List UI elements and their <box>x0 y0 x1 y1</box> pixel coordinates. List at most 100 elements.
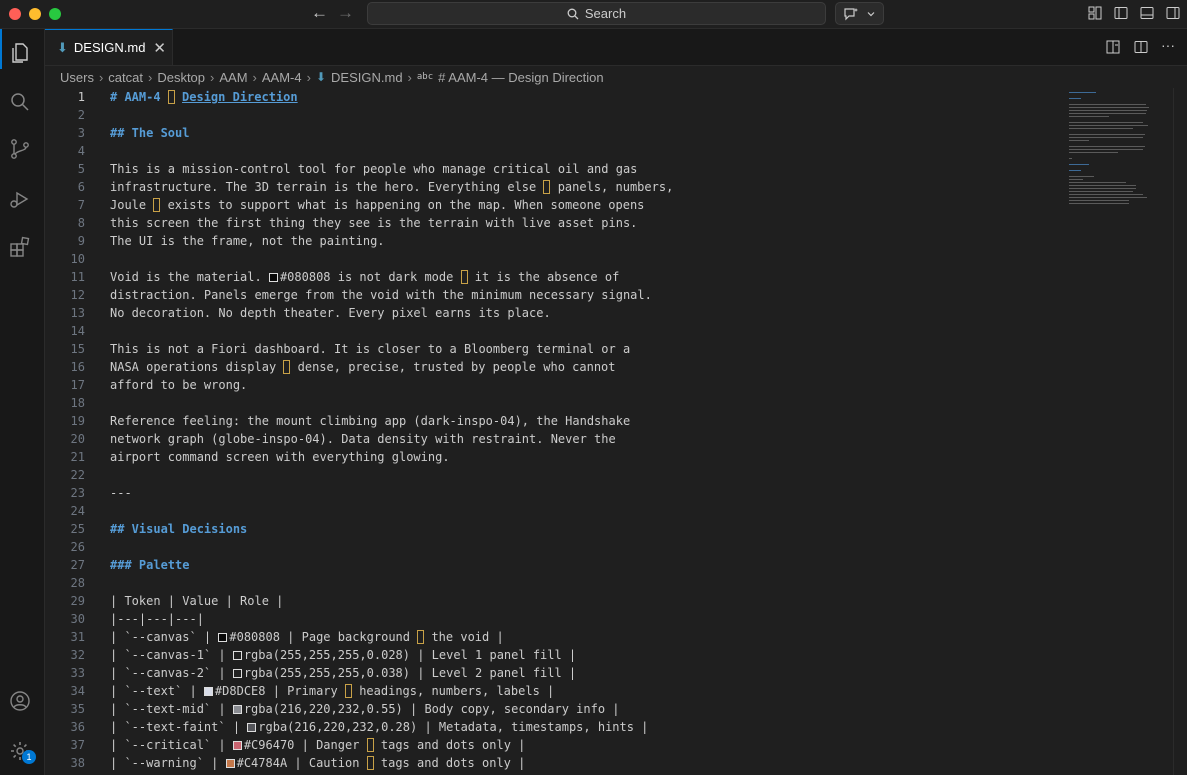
minimap-line <box>1069 182 1126 183</box>
window-minimize-button[interactable] <box>29 8 41 20</box>
more-actions-icon[interactable]: ··· <box>1161 38 1177 55</box>
code-line[interactable]: | `--text-mid` | rgba(216,220,232,0.55) … <box>110 700 673 718</box>
explorer-icon[interactable] <box>8 41 32 65</box>
code-line[interactable] <box>110 502 673 520</box>
code-editor[interactable]: 1 2 3 4 5 6 7 8 9 10 11 12 13 14 15 16 17 18 19 20 21 22 23 24 2… <box>45 88 1187 775</box>
code-line[interactable]: ## Visual Decisions <box>110 520 673 538</box>
back-arrow-icon[interactable]: ← <box>311 4 328 22</box>
color-swatch[interactable] <box>232 651 242 660</box>
code-line[interactable]: afford to be wrong. <box>110 376 673 394</box>
breadcrumb-item-catcat[interactable]: catcat <box>108 70 143 85</box>
breadcrumb-item-aam-4[interactable]: AAM-4 <box>262 70 302 85</box>
code-line[interactable]: This is not a Fiori dashboard. It is clo… <box>110 340 673 358</box>
breadcrumb-item-aam[interactable]: AAM <box>219 70 247 85</box>
code-line[interactable]: Joule exists to support what is happenin… <box>110 196 673 214</box>
run-debug-icon[interactable] <box>8 187 32 211</box>
color-swatch[interactable] <box>203 687 213 696</box>
code-line[interactable]: ## The Soul <box>110 124 673 142</box>
code-line[interactable] <box>110 106 673 124</box>
line-number: 33 <box>70 666 85 680</box>
forward-arrow-icon[interactable]: → <box>337 4 354 22</box>
tab-design-md[interactable]: ⬇ DESIGN.md ✕ <box>45 29 173 65</box>
copilot-chat-button[interactable] <box>835 2 884 25</box>
command-center-search[interactable]: Search <box>367 2 826 25</box>
code-line[interactable]: NASA operations display dense, precise, … <box>110 358 673 376</box>
unicode-highlight <box>344 684 352 698</box>
editor-scrollbar[interactable] <box>1173 88 1187 775</box>
color-swatch[interactable] <box>218 633 228 642</box>
code-line[interactable]: | `--canvas-1` | rgba(255,255,255,0.028)… <box>110 646 673 664</box>
code-line[interactable]: # AAM-4 Design Direction <box>110 88 673 106</box>
editor-text[interactable]: # AAM-4 Design Direction ## The Soul This … <box>110 88 673 772</box>
code-line[interactable]: Reference feeling: the mount climbing ap… <box>110 412 673 430</box>
code-line[interactable]: | `--warning` | #C4784A | Caution tags a… <box>110 754 673 772</box>
code-line[interactable]: | `--canvas` | #080808 | Page background… <box>110 628 673 646</box>
toggle-secondary-sidebar-icon[interactable] <box>1165 5 1181 21</box>
color-swatch[interactable] <box>232 705 242 714</box>
code-line[interactable] <box>110 322 673 340</box>
code-line[interactable]: | Token | Value | Role | <box>110 592 673 610</box>
code-line[interactable] <box>110 250 673 268</box>
markdown-file-icon: ⬇ <box>315 70 327 84</box>
breadcrumb-item-file[interactable]: DESIGN.md <box>331 70 403 85</box>
toggle-panel-icon[interactable] <box>1139 5 1155 21</box>
close-tab-icon[interactable]: ✕ <box>153 39 166 57</box>
minimap-line <box>1069 122 1143 123</box>
toggle-primary-sidebar-icon[interactable] <box>1113 5 1129 21</box>
color-swatch[interactable] <box>247 723 257 732</box>
code-line[interactable]: | `--canvas-2` | rgba(255,255,255,0.038)… <box>110 664 673 682</box>
open-preview-icon[interactable] <box>1105 39 1121 55</box>
line-number: 9 <box>77 234 85 248</box>
code-line[interactable]: |---|---|---| <box>110 610 673 628</box>
markdown-file-icon: ⬇ <box>57 39 68 55</box>
code-line[interactable]: ### Palette <box>110 556 673 574</box>
search-view-icon[interactable] <box>8 90 32 114</box>
code-line[interactable] <box>110 466 673 484</box>
minimap[interactable] <box>1067 88 1167 348</box>
code-line[interactable]: distraction. Panels emerge from the void… <box>110 286 673 304</box>
code-line[interactable]: | `--critical` | #C96470 | Danger tags a… <box>110 736 673 754</box>
code-line[interactable]: infrastructure. The 3D terrain is the he… <box>110 178 673 196</box>
breadcrumb-item-symbol[interactable]: # AAM-4 — Design Direction <box>438 70 603 85</box>
line-number: 19 <box>70 414 85 428</box>
code-line[interactable] <box>110 394 673 412</box>
unicode-highlight <box>153 198 161 212</box>
code-line[interactable]: this screen the first thing they see is … <box>110 214 673 232</box>
line-number: 38 <box>70 756 85 770</box>
line-number: 20 <box>70 432 85 446</box>
code-line[interactable]: airport command screen with everything g… <box>110 448 673 466</box>
color-swatch[interactable] <box>225 759 235 768</box>
unicode-highlight <box>543 180 551 194</box>
line-number: 24 <box>70 504 85 518</box>
window-close-button[interactable] <box>9 8 21 20</box>
code-line[interactable] <box>110 142 673 160</box>
code-line[interactable]: network graph (globe-inspo-04). Data den… <box>110 430 673 448</box>
customize-layout-icon[interactable] <box>1087 5 1103 21</box>
code-line[interactable]: The UI is the frame, not the painting. <box>110 232 673 250</box>
line-number: 32 <box>70 648 85 662</box>
code-line[interactable]: Void is the material. #080808 is not dar… <box>110 268 673 286</box>
activity-bar <box>0 29 45 775</box>
source-control-icon[interactable] <box>8 137 32 161</box>
window-maximize-button[interactable] <box>49 8 61 20</box>
color-swatch[interactable] <box>268 273 278 282</box>
code-line[interactable] <box>110 538 673 556</box>
extensions-icon[interactable] <box>8 235 32 259</box>
color-swatch[interactable] <box>232 669 242 678</box>
code-line[interactable]: --- <box>110 484 673 502</box>
color-swatch[interactable] <box>232 741 242 750</box>
breadcrumb-item-users[interactable]: Users <box>60 70 94 85</box>
code-line[interactable]: No decoration. No depth theater. Every p… <box>110 304 673 322</box>
line-number: 16 <box>70 360 85 374</box>
code-line[interactable]: | `--text-faint` | rgba(216,220,232,0.28… <box>110 718 673 736</box>
breadcrumb-item-desktop[interactable]: Desktop <box>157 70 205 85</box>
notification-badge: 1 <box>22 750 36 764</box>
minimap-line <box>1069 203 1129 204</box>
code-line[interactable]: | `--text` | #D8DCE8 | Primary headings,… <box>110 682 673 700</box>
account-icon[interactable] <box>8 689 32 713</box>
code-line[interactable] <box>110 574 673 592</box>
line-number: 37 <box>70 738 85 752</box>
split-editor-icon[interactable] <box>1133 39 1149 55</box>
chevron-right-icon: › <box>407 69 412 85</box>
code-line[interactable]: This is a mission-control tool for peopl… <box>110 160 673 178</box>
